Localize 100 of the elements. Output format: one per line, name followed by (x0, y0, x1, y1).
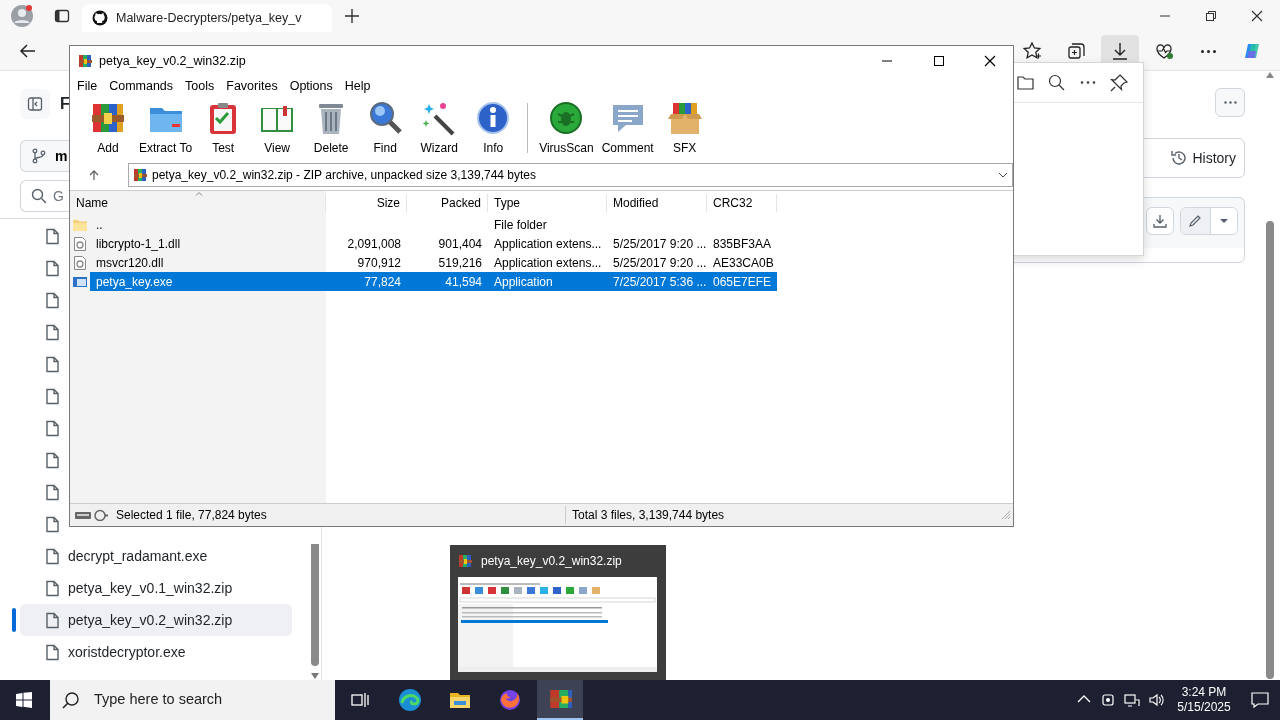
table-cell-text: Application extens... (493, 254, 603, 272)
table-cell-text: 065E7EFE (712, 273, 773, 291)
menu-item[interactable]: Options (283, 77, 339, 96)
toolbar-button[interactable]: Comment (598, 100, 657, 157)
selection-indicator (12, 608, 16, 632)
file-icon (44, 579, 60, 597)
file-tree-item[interactable]: decrypt_radamant.exe (20, 540, 292, 572)
menu-item[interactable]: Tools (179, 77, 221, 96)
maximize-icon[interactable] (931, 55, 945, 67)
close-icon[interactable] (983, 55, 997, 67)
table-cell-text: libcrypto-1_1.dll (95, 235, 182, 253)
file-tree-item[interactable]: xoristdecryptor.exe (20, 636, 292, 668)
file-row[interactable]: .. File folder (90, 215, 777, 234)
tab-title: Malware-Decrypters/petya_key_v (116, 9, 302, 27)
notification-icon[interactable] (1251, 692, 1269, 708)
menu-item[interactable]: File (71, 77, 104, 96)
toolbar-button[interactable]: Test (197, 100, 250, 157)
file-icon (44, 227, 60, 245)
close-icon[interactable] (1249, 8, 1265, 24)
settings-file-icon (72, 254, 88, 271)
toolbar-button[interactable]: Wizard (413, 100, 466, 157)
archive-app-icon[interactable] (548, 687, 572, 711)
column-header[interactable]: Packed (407, 194, 488, 212)
window-preview[interactable]: petya_key_v0.2_win32.zip (450, 545, 666, 680)
file-row[interactable]: msvcr120.dll 970,912 519,216 Application extens... 5/25/2017 9:20 ... AE33CA0B (90, 253, 777, 272)
scrollbar-thumb[interactable] (311, 544, 319, 666)
scrollbar-thumb[interactable] (1266, 221, 1274, 679)
toolbar-button[interactable]: Info (467, 100, 520, 157)
back-icon[interactable] (19, 42, 37, 60)
search-icon (31, 188, 47, 204)
history-button[interactable]: History (1162, 147, 1244, 169)
tab-actions-icon[interactable] (54, 8, 70, 24)
new-tab-icon[interactable] (344, 8, 360, 24)
caret-icon (1219, 218, 1229, 224)
copilot-icon[interactable] (1242, 41, 1262, 61)
heart-pulse-icon[interactable] (1154, 41, 1174, 61)
file-tree-item[interactable]: petya_key_v0.1_win32.zip (20, 572, 292, 604)
table-cell-text: petya_key.exe (95, 273, 174, 291)
resize-grip-icon[interactable] (1001, 510, 1011, 520)
toolbar-button[interactable]: View (251, 100, 304, 157)
column-header[interactable]: CRC32 (707, 194, 777, 212)
toolbar-button[interactable]: Delete (305, 100, 358, 157)
windows-start-icon[interactable] (16, 692, 32, 708)
sidebar-title: F (60, 94, 70, 114)
clock-button[interactable]: 3:24 PM 5/15/2025 (1168, 680, 1240, 720)
toolbar-button[interactable]: SFX (658, 100, 711, 157)
download-button[interactable] (1146, 207, 1174, 235)
network-icon[interactable] (1124, 692, 1140, 708)
volume-icon[interactable] (1148, 692, 1164, 708)
download-icon[interactable] (1110, 41, 1130, 61)
browser-app-icon[interactable] (398, 688, 422, 712)
address-field[interactable]: petya_key_v0.2_win32.zip - ZIP archive, unpacked size 3,139,744 bytes (128, 163, 1013, 187)
column-header[interactable]: Name (70, 194, 326, 212)
table-cell-text: File folder (493, 216, 548, 234)
pin-icon[interactable] (1109, 72, 1129, 93)
file-row[interactable]: petya_key.exe 77,824 41,594 Application 7/25/2017 5:36 ... 065E7EFE (90, 272, 777, 291)
preview-title: petya_key_v0.2_win32.zip (481, 553, 622, 570)
profile-icon[interactable] (10, 4, 34, 28)
table-cell-text: 970,912 (356, 254, 402, 272)
toolbar-button[interactable]: VirusScan (536, 100, 597, 157)
branch-button[interactable]: m (20, 140, 69, 172)
pencil-icon (1188, 214, 1202, 228)
collections-icon[interactable] (1066, 41, 1086, 61)
toolbar-button[interactable]: Extract To (136, 100, 196, 157)
more-icon[interactable] (1080, 81, 1096, 84)
column-header[interactable]: Size (326, 194, 407, 212)
menu-item[interactable]: Commands (103, 77, 180, 96)
column-header[interactable]: Modified (607, 194, 707, 212)
window-title: petya_key_v0.2_win32.zip (99, 52, 246, 70)
archive-icon (133, 167, 148, 183)
branch-icon (31, 148, 47, 164)
camera-icon[interactable] (1100, 692, 1116, 708)
firefox-app-icon[interactable] (498, 688, 522, 712)
restore-icon[interactable] (1203, 8, 1219, 24)
table-cell-text: Application extens... (493, 235, 603, 253)
toolbar-button[interactable]: Add (82, 100, 134, 157)
file-icon (44, 323, 60, 341)
column-header[interactable]: Type (488, 194, 607, 212)
menu-item[interactable]: Favorites (220, 77, 284, 96)
file-icon (44, 515, 60, 533)
task-view-icon[interactable] (350, 691, 370, 709)
table-cell-text: 519,216 (437, 254, 483, 272)
magnifier-icon (367, 100, 404, 136)
edit-button[interactable] (1181, 208, 1211, 234)
browser-tab[interactable]: Malware-Decrypters/petya_key_v (82, 4, 332, 32)
archive-icon (78, 53, 93, 69)
menu-item[interactable]: Help (338, 77, 377, 96)
scroll-up-icon[interactable] (1265, 71, 1275, 79)
table-cell-text: 835BF3AA (712, 235, 773, 253)
sidebar-toggle-button[interactable] (20, 89, 50, 119)
favorites-icon[interactable] (1022, 41, 1042, 61)
taskbar-search-field[interactable]: Type here to search (50, 680, 335, 720)
file-row[interactable]: libcrypto-1_1.dll 2,091,008 901,404 Application extens... 5/25/2017 9:20 ... 835BF3AA (90, 234, 777, 253)
table-cell-text: 2,091,008 (346, 235, 402, 253)
search-icon[interactable] (1047, 72, 1067, 93)
more-icon[interactable] (1200, 49, 1216, 53)
settings-file-icon (72, 235, 88, 252)
table-cell-text: 7/25/2017 5:36 ... (612, 273, 707, 291)
toolbar-button[interactable]: Find (359, 100, 412, 157)
up-arrow-icon[interactable] (88, 169, 100, 181)
